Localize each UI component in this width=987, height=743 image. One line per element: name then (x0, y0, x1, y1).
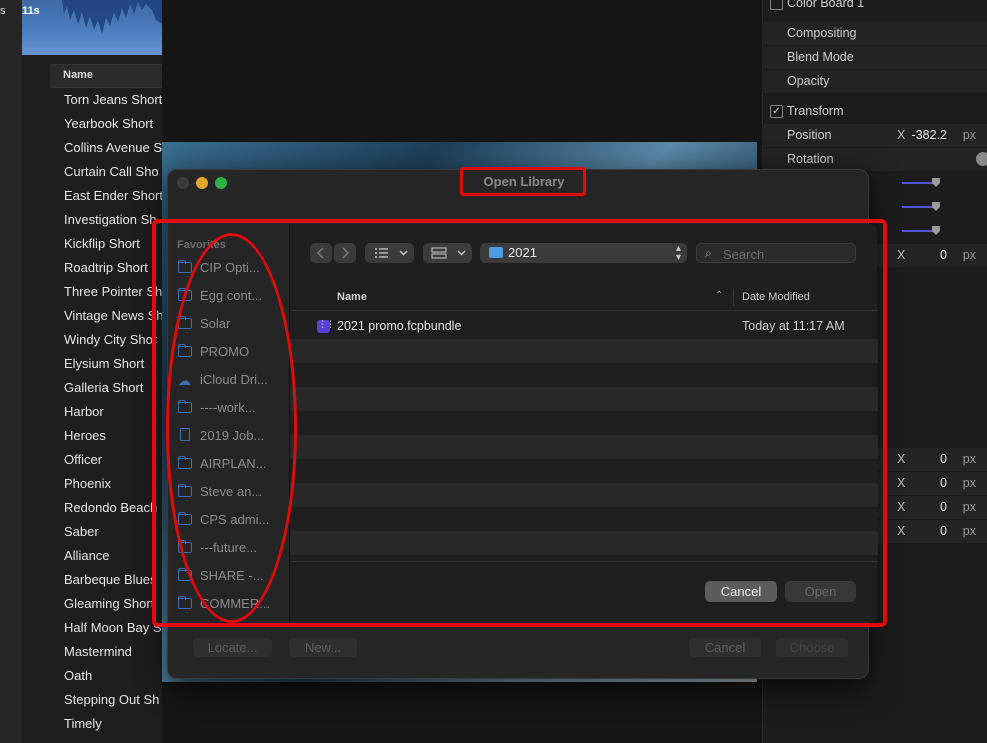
value-field[interactable]: 0 (940, 500, 947, 514)
clip-list-item[interactable]: Torn Jeans Short (64, 92, 162, 107)
new-button[interactable]: New... (289, 638, 357, 657)
clip-list-item[interactable]: Half Moon Bay S (64, 620, 162, 635)
clip-list-item[interactable]: Vintage News Sh (64, 308, 162, 323)
clip-list-item[interactable]: Galleria Short (64, 380, 162, 395)
value-field[interactable]: 0 (940, 524, 947, 538)
unit-label: px (962, 476, 976, 490)
clip-list-item[interactable]: Three Pointer Sh (64, 284, 162, 299)
clip-list-item[interactable]: Heroes (64, 428, 162, 443)
unit-label: px (962, 524, 976, 538)
clip-list-item[interactable]: Gleaming Short (64, 596, 162, 611)
axis-label: X (897, 452, 906, 466)
clip-list-item[interactable]: Saber (64, 524, 162, 539)
clip-list-item[interactable]: Elysium Short (64, 356, 162, 371)
compositing-label: Compositing (787, 26, 857, 40)
position-label: Position (787, 128, 832, 142)
sidebar-ellipse-annotation (166, 233, 297, 623)
clip-list-item[interactable]: Officer (64, 452, 162, 467)
clip-list-item[interactable]: Harbor (64, 404, 162, 419)
clip-list-item[interactable]: Curtain Call Sho (64, 164, 162, 179)
close-window-button[interactable] (177, 177, 189, 189)
clip-list-item[interactable]: Phoenix (64, 476, 162, 491)
value-field[interactable]: 0 (940, 452, 947, 466)
audio-waveform-thumbnail[interactable] (22, 0, 162, 55)
choose-button[interactable]: Choose (776, 638, 848, 657)
clip-list-item[interactable]: Roadtrip Short (64, 260, 162, 275)
axis-label: X (897, 476, 906, 490)
name-column-label: Name (63, 69, 93, 81)
transform-checkbox[interactable]: ✓ (770, 105, 783, 118)
clip-list-item[interactable]: East Ender Short (64, 188, 162, 203)
left-edge-panel: s (0, 0, 22, 743)
axis-label: X (897, 500, 906, 514)
name-column-header[interactable]: Name (50, 64, 162, 88)
blend-mode-row[interactable]: Blend Mode (762, 46, 987, 69)
timecode-label: 11s (22, 5, 40, 17)
clip-list-item[interactable]: Timely (64, 716, 162, 731)
unit-label: px (962, 500, 976, 514)
waveform-graphic (62, 0, 162, 34)
compositing-row[interactable]: Compositing (762, 22, 987, 45)
rotation-row[interactable]: Rotation (762, 148, 987, 171)
clip-list-item[interactable]: Redondo Beach (64, 500, 162, 515)
value-field[interactable]: 0 (940, 476, 947, 490)
clip-list-item[interactable]: Stepping Out Sh (64, 692, 162, 707)
clip-list-item[interactable]: Alliance (64, 548, 162, 563)
left-edge-label: s (0, 5, 6, 17)
color-board-checkbox[interactable] (770, 0, 783, 10)
axis-label: X (897, 248, 906, 262)
rotation-label: Rotation (787, 152, 834, 166)
color-board-label: Color Board 1 (787, 0, 865, 10)
clip-list-item[interactable]: Collins Avenue S (64, 140, 162, 155)
outer-cancel-button[interactable]: Cancel (689, 638, 761, 657)
opacity-row[interactable]: Opacity (762, 70, 987, 93)
clip-list-item[interactable]: Windy City Shor (64, 332, 162, 347)
opacity-label: Opacity (787, 74, 830, 88)
zoom-window-button[interactable] (215, 177, 227, 189)
unit-label: px (962, 452, 976, 466)
locate-button[interactable]: Locate... (193, 638, 272, 657)
clip-list-item[interactable]: Kickflip Short (64, 236, 162, 251)
minimize-window-button[interactable] (196, 177, 208, 189)
position-unit: px (962, 128, 976, 142)
axis-label: X (897, 524, 906, 538)
rotation-dial[interactable] (976, 152, 987, 166)
clip-list-item[interactable]: Oath (64, 668, 162, 683)
color-board-row[interactable]: Color Board 1 (762, 0, 987, 15)
position-value[interactable]: -382.2 (912, 128, 947, 142)
clip-list-item[interactable]: Mastermind (64, 644, 162, 659)
transform-label: Transform (787, 104, 844, 118)
position-row[interactable]: Position X -382.2 px (762, 124, 987, 147)
clip-list-item[interactable]: Barbeque Blues (64, 572, 162, 587)
value-field[interactable]: 0 (940, 248, 947, 262)
blend-mode-label: Blend Mode (787, 50, 854, 64)
clip-list-item[interactable]: Investigation Sh (64, 212, 162, 227)
position-axis-label: X (897, 128, 906, 142)
title-highlight-annotation (460, 167, 586, 196)
clip-list-item[interactable]: Yearbook Short (64, 116, 162, 131)
transform-row[interactable]: ✓ Transform (762, 100, 987, 123)
unit-label: px (962, 248, 976, 262)
